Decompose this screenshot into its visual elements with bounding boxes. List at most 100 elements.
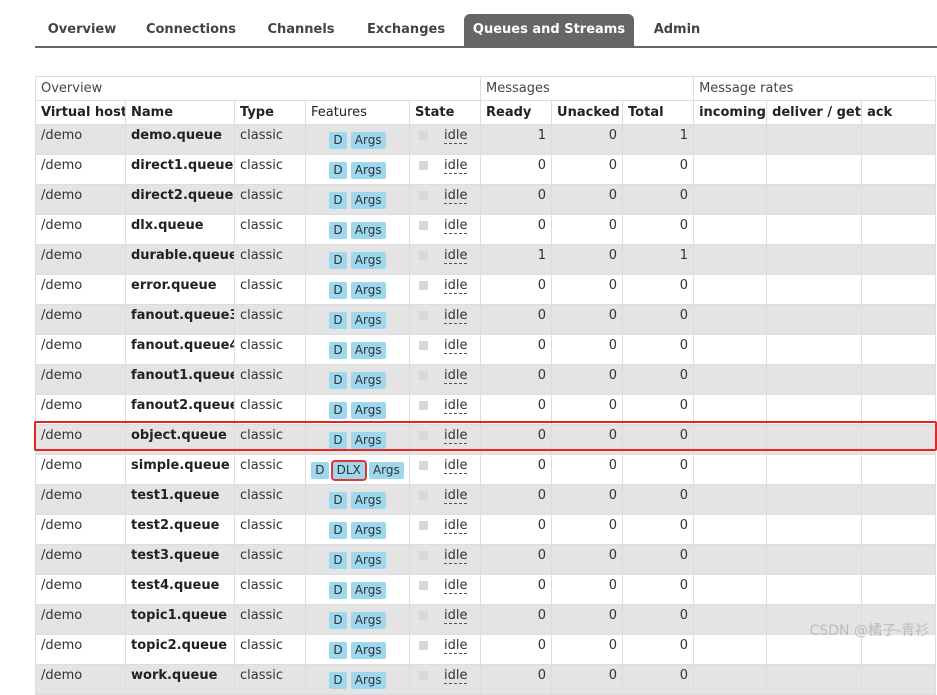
cell-incoming	[693, 424, 768, 455]
tab-exchanges[interactable]: Exchanges	[357, 14, 455, 46]
tab-admin[interactable]: Admin	[645, 14, 709, 46]
tab-connections[interactable]: Connections	[138, 14, 244, 46]
queue-name-link[interactable]: test3.queue	[125, 544, 235, 575]
cell-state: idle	[408, 514, 482, 545]
cell-unacked: 0	[551, 394, 624, 425]
tab-queues-and-streams[interactable]: Queues and Streams	[464, 14, 634, 46]
feature-badge-args: Args	[350, 132, 386, 149]
cell-vhost: /demo	[35, 274, 126, 305]
queue-name-link[interactable]: fanout2.queue	[125, 394, 235, 425]
state-indicator-icon	[419, 251, 428, 260]
tab-overview[interactable]: Overview	[35, 14, 129, 46]
queue-name-link[interactable]: topic1.queue	[125, 604, 235, 635]
column-header-type[interactable]: Type	[234, 100, 306, 125]
state-indicator-icon	[419, 161, 428, 170]
queue-name-link[interactable]: test1.queue	[125, 484, 235, 515]
cell-ready: 0	[480, 484, 553, 515]
column-header-state[interactable]: State	[408, 100, 482, 125]
column-header-unacked[interactable]: Unacked	[551, 100, 624, 125]
column-header-deliver-get[interactable]: deliver / get	[766, 100, 863, 125]
cell-incoming	[693, 634, 768, 665]
cell-state: idle	[408, 394, 482, 425]
cell-type: classic	[234, 124, 306, 155]
cell-unacked: 0	[551, 634, 624, 665]
state-indicator-icon	[419, 521, 428, 530]
cell-state: idle	[408, 454, 482, 485]
column-header-ack[interactable]: ack	[861, 100, 937, 125]
column-header-ready[interactable]: Ready	[480, 100, 553, 125]
queue-name-link[interactable]: test2.queue	[125, 514, 235, 545]
state-indicator-icon	[419, 281, 428, 290]
cell-features: D DLX Args	[305, 454, 410, 485]
queue-name-link[interactable]: fanout.queue4	[125, 334, 235, 365]
table-row: /demo object.queue classic D Args idle 0 0 0	[35, 424, 937, 455]
state-indicator-icon	[419, 191, 428, 200]
cell-state: idle	[408, 604, 482, 635]
feature-badge-args: Args	[350, 162, 386, 179]
cell-total: 0	[622, 154, 695, 185]
cell-unacked: 0	[551, 514, 624, 545]
queue-name-link[interactable]: dlx.queue	[125, 214, 235, 245]
cell-unacked: 0	[551, 244, 624, 275]
queue-name-link[interactable]: object.queue	[125, 424, 235, 455]
column-header-virtual-host[interactable]: Virtual host	[35, 100, 126, 125]
tab-bar: Overview Connections Channels Exchanges …	[35, 14, 937, 48]
queue-name-link[interactable]: fanout.queue3	[125, 304, 235, 335]
cell-incoming	[693, 244, 768, 275]
cell-vhost: /demo	[35, 184, 126, 215]
cell-ack	[861, 214, 937, 245]
cell-unacked: 0	[551, 184, 624, 215]
queue-name-link[interactable]: error.queue	[125, 274, 235, 305]
queue-name-link[interactable]: durable.queue	[125, 244, 235, 275]
cell-vhost: /demo	[35, 544, 126, 575]
state-label: idle	[444, 218, 468, 234]
cell-state: idle	[408, 484, 482, 515]
queue-name-link[interactable]: test4.queue	[125, 574, 235, 605]
tab-channels[interactable]: Channels	[259, 14, 343, 46]
column-header-incoming[interactable]: incoming	[693, 100, 768, 125]
queue-name-link[interactable]: demo.queue	[125, 124, 235, 155]
feature-badge-durable: D	[329, 222, 347, 239]
state-label: idle	[444, 428, 468, 444]
cell-incoming	[693, 124, 768, 155]
cell-state: idle	[408, 634, 482, 665]
feature-badge-args: Args	[368, 462, 404, 479]
cell-ready: 0	[480, 574, 553, 605]
feature-badge-args: Args	[350, 672, 386, 689]
cell-type: classic	[234, 184, 306, 215]
queues-table: Overview Messages Message rates Virtual …	[34, 76, 937, 695]
cell-type: classic	[234, 244, 306, 275]
cell-ready: 0	[480, 634, 553, 665]
cell-deliver-get	[766, 214, 863, 245]
cell-vhost: /demo	[35, 514, 126, 545]
cell-incoming	[693, 544, 768, 575]
cell-unacked: 0	[551, 214, 624, 245]
cell-unacked: 0	[551, 664, 624, 695]
cell-type: classic	[234, 154, 306, 185]
cell-state: idle	[408, 214, 482, 245]
feature-badge-durable: D	[329, 402, 347, 419]
queue-name-link[interactable]: simple.queue	[125, 454, 235, 485]
cell-features: D Args	[305, 604, 410, 635]
cell-total: 1	[622, 244, 695, 275]
cell-unacked: 0	[551, 154, 624, 185]
feature-badge-durable: D	[329, 552, 347, 569]
queue-name-link[interactable]: direct2.queue	[125, 184, 235, 215]
cell-ready: 1	[480, 124, 553, 155]
queue-name-link[interactable]: work.queue	[125, 664, 235, 695]
cell-features: D Args	[305, 304, 410, 335]
column-header-total[interactable]: Total	[622, 100, 695, 125]
cell-total: 0	[622, 484, 695, 515]
cell-features: D Args	[305, 334, 410, 365]
feature-badge-args: Args	[350, 582, 386, 599]
queue-name-link[interactable]: direct1.queue	[125, 154, 235, 185]
state-indicator-icon	[419, 611, 428, 620]
cell-vhost: /demo	[35, 634, 126, 665]
column-header-name[interactable]: Name	[125, 100, 235, 125]
cell-incoming	[693, 484, 768, 515]
queue-name-link[interactable]: topic2.queue	[125, 634, 235, 665]
queue-name-link[interactable]: fanout1.queue	[125, 364, 235, 395]
feature-badge-args: Args	[350, 522, 386, 539]
cell-deliver-get	[766, 574, 863, 605]
group-header-message-rates: Message rates	[693, 76, 937, 101]
